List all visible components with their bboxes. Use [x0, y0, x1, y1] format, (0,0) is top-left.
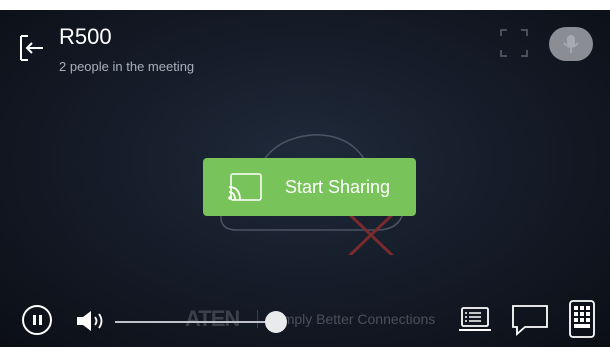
cast-icon	[228, 173, 262, 201]
volume-track[interactable]	[115, 321, 276, 323]
watermark-divider	[257, 310, 259, 328]
start-sharing-label: Start Sharing	[285, 177, 391, 197]
exit-icon[interactable]	[19, 35, 45, 61]
keypad-icon[interactable]	[569, 300, 595, 343]
chat-icon[interactable]	[511, 304, 549, 341]
fullscreen-icon[interactable]	[498, 27, 530, 59]
brand-watermark: ATEN Simply Better Connections	[185, 306, 435, 332]
microphone-icon	[563, 35, 579, 53]
speaker-icon[interactable]	[76, 310, 106, 337]
meeting-screen: R500 2 people in the meeting Start Shari…	[0, 10, 610, 347]
volume-slider-knob[interactable]	[265, 311, 287, 333]
brand-logo: ATEN	[185, 306, 240, 331]
microphone-toggle[interactable]	[549, 27, 593, 61]
list-icon[interactable]	[458, 306, 492, 339]
participant-count: 2 people in the meeting	[59, 59, 195, 74]
start-sharing-button[interactable]: Start Sharing	[203, 158, 416, 216]
room-title: R500	[59, 24, 112, 49]
pause-icon[interactable]	[22, 305, 52, 335]
brand-tagline: Simply Better Connections	[270, 311, 436, 327]
